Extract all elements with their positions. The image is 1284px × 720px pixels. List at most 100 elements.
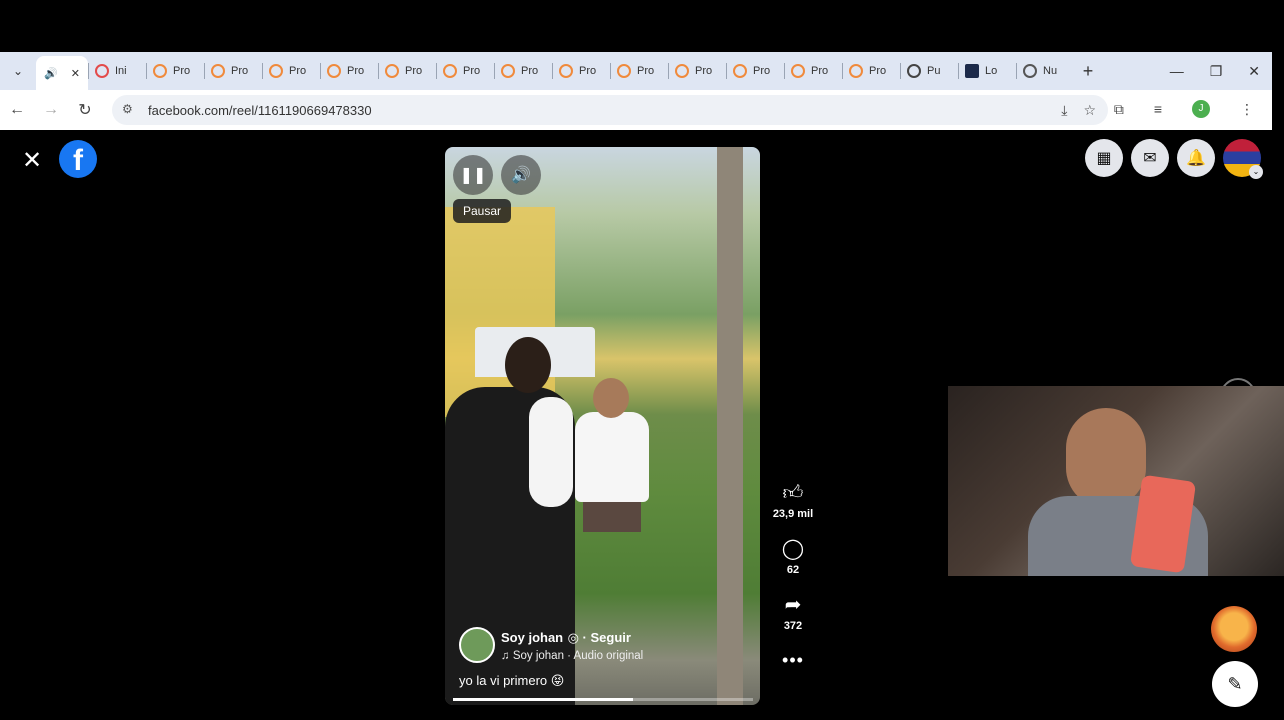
url-omnibox[interactable]: ⚙ facebook.com/reel/1161190669478330 ⤓ ☆ xyxy=(112,95,1108,125)
tab-favicon-icon xyxy=(791,64,805,78)
like-action[interactable]: 👍︎ 23,9 mil xyxy=(773,482,813,520)
bookmark-star-icon[interactable]: ☆ xyxy=(1083,102,1096,119)
reel-caption: yo la vi primero 😝 xyxy=(459,673,565,688)
video-progress-bar[interactable] xyxy=(453,698,753,701)
browser-tab[interactable]: Pro xyxy=(321,56,378,86)
pause-tooltip: Pausar xyxy=(453,199,512,223)
new-message-edit-icon[interactable]: ✎ xyxy=(1212,661,1258,707)
tab-label: Pro xyxy=(463,65,481,77)
pause-icon[interactable]: ❚❚ xyxy=(453,155,493,195)
browser-tab[interactable]: Pro xyxy=(147,56,204,86)
tab-favicon-icon xyxy=(849,64,863,78)
chat-avatar[interactable] xyxy=(1211,606,1257,652)
author-name[interactable]: Soy johan xyxy=(501,630,563,645)
site-settings-icon[interactable]: ⚙ xyxy=(122,102,138,118)
tab-label: Pro xyxy=(753,65,771,77)
minimize-icon[interactable]: — xyxy=(1170,63,1184,79)
close-reel-icon[interactable]: ✕ xyxy=(22,146,42,175)
github-icon xyxy=(907,64,921,78)
facebook-logo-icon[interactable]: f xyxy=(59,140,97,178)
tab-label: Pu xyxy=(927,65,941,77)
tab-favicon-icon xyxy=(211,64,225,78)
forward-icon[interactable]: → xyxy=(34,101,68,119)
browser-tab[interactable]: Pro xyxy=(263,56,320,86)
tab-label: Pro xyxy=(231,65,249,77)
browser-tab[interactable]: Pro xyxy=(727,56,784,86)
audio-link[interactable]: ♫ Soy johan · Audio original xyxy=(501,650,643,662)
browser-tab[interactable]: Pro xyxy=(669,56,726,86)
tab-label: Pro xyxy=(405,65,423,77)
share-arrow-icon[interactable]: ➦ xyxy=(785,594,802,616)
browser-tab[interactable]: Pro xyxy=(437,56,494,86)
tab-favicon-icon xyxy=(327,64,341,78)
reel-actions: 👍︎ 23,9 mil ◯ 62 ➦ 372 ••• xyxy=(768,482,818,671)
tab-label: Pro xyxy=(289,65,307,77)
back-icon[interactable]: ← xyxy=(0,101,34,119)
browser-tab[interactable]: Pro xyxy=(495,56,552,86)
video-person-right xyxy=(575,378,649,532)
tab-favicon-icon xyxy=(675,64,689,78)
comment-action[interactable]: ◯ 62 xyxy=(782,538,804,576)
globe-icon xyxy=(1023,64,1037,78)
reel-author: Soy johan ◎ · Seguir ♫ Soy johan · Audio… xyxy=(459,627,643,663)
more-options-icon[interactable]: ••• xyxy=(782,650,804,671)
tab-label: Pro xyxy=(811,65,829,77)
author-avatar[interactable] xyxy=(459,627,495,663)
tab-favicon-icon xyxy=(559,64,573,78)
browser-menu-icon[interactable]: ⋮ xyxy=(1240,101,1254,118)
profile-avatar[interactable]: J xyxy=(1192,100,1210,118)
tab-label: Pro xyxy=(521,65,539,77)
share-count: 372 xyxy=(783,620,803,632)
screen-top-black xyxy=(0,0,1284,52)
tab-label: Nu xyxy=(1043,65,1058,77)
browser-tab[interactable]: Pro xyxy=(611,56,668,86)
tab-favicon-icon xyxy=(385,64,399,78)
notifications-bell-icon[interactable]: 🔔 xyxy=(1177,139,1215,177)
window-close-icon[interactable]: ✕ xyxy=(1248,63,1260,80)
address-bar-row: ← → ↻ ⚙ facebook.com/reel/11611906694783… xyxy=(0,90,1272,130)
extensions-icon[interactable]: ⧉ xyxy=(1114,101,1124,118)
browser-tab[interactable]: Pro xyxy=(843,56,900,86)
browser-tab[interactable]: Ini xyxy=(89,56,146,86)
tab-favicon-icon xyxy=(443,64,457,78)
reel-video[interactable]: ❚❚ 🔊 Pausar Soy johan ◎ · Seguir ♫ Soy j… xyxy=(445,147,760,705)
media-control-icon[interactable]: ≡ xyxy=(1154,101,1162,117)
menu-grid-icon[interactable]: ▦ xyxy=(1085,139,1123,177)
tab-active[interactable]: 🔊 ✕ xyxy=(36,56,88,90)
browser-tab[interactable]: Pro xyxy=(205,56,262,86)
tab-favicon-icon xyxy=(153,64,167,78)
share-action[interactable]: ➦ 372 xyxy=(784,594,802,632)
browser-tab[interactable]: Pu xyxy=(901,56,958,86)
volume-icon[interactable]: 🔊 xyxy=(501,155,541,195)
tab-label: Pro xyxy=(695,65,713,77)
url-text[interactable]: facebook.com/reel/1161190669478330 xyxy=(148,103,372,118)
video-progress-fill xyxy=(453,698,633,701)
browser-tab[interactable]: Nu xyxy=(1017,56,1074,86)
video-tree-trunk xyxy=(717,147,743,705)
messenger-icon[interactable]: ✉ xyxy=(1131,139,1169,177)
browser-tab[interactable]: Lo xyxy=(959,56,1016,86)
new-tab-button[interactable]: + xyxy=(1074,61,1102,82)
reload-icon[interactable]: ↻ xyxy=(68,100,102,120)
tab-label: Lo xyxy=(985,65,998,77)
comment-bubble-icon[interactable]: ◯ xyxy=(782,538,804,560)
restore-icon[interactable]: ❐ xyxy=(1210,63,1223,80)
thumbs-up-icon[interactable]: 👍︎ xyxy=(783,482,804,504)
chevron-down-icon[interactable]: ⌄ xyxy=(1249,165,1263,179)
tab-close-icon[interactable]: ✕ xyxy=(71,67,80,80)
account-avatar[interactable]: ⌄ xyxy=(1223,139,1263,179)
window-controls: — ❐ ✕ xyxy=(1170,52,1260,90)
install-icon[interactable]: ⤓ xyxy=(1061,102,1067,119)
follow-link[interactable]: · Seguir xyxy=(583,630,631,645)
browser-tab[interactable]: Pro xyxy=(379,56,436,86)
tab-favicon-icon xyxy=(617,64,631,78)
tab-search-chevron-icon[interactable]: ⌄ xyxy=(0,52,36,90)
browser-tab-strip: ⌄ 🔊 ✕ Ini Pro Pro Pro Pro Pro Pro Pro Pro Pro Pro P… xyxy=(0,52,1272,90)
webcam-overlay xyxy=(948,386,1284,576)
tab-label: Pro xyxy=(579,65,597,77)
speaker-icon[interactable]: 🔊 xyxy=(44,67,58,80)
browser-tab[interactable]: Pro xyxy=(553,56,610,86)
facebook-top-right-nav: ▦ ✉ 🔔 ⌄ xyxy=(1085,139,1263,179)
browser-tab[interactable]: Pro xyxy=(785,56,842,86)
youtube-icon xyxy=(95,64,109,78)
